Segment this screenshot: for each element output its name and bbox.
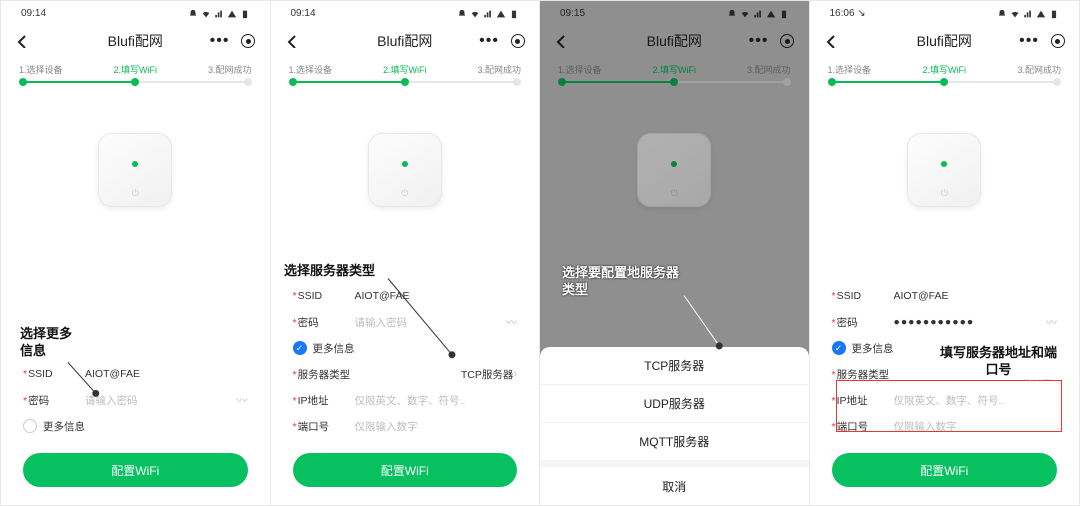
silent-icon <box>457 9 467 19</box>
target-icon[interactable] <box>241 34 255 48</box>
status-bar: 16:06 ↘ <box>810 1 1080 23</box>
battery-icon <box>779 9 789 19</box>
step-1: 1.选择设备 <box>289 63 333 76</box>
step-1: 1.选择设备 <box>828 63 872 76</box>
ssid-row[interactable]: SSIDAIOT@FAE <box>293 283 518 309</box>
cell-icon <box>483 9 493 19</box>
back-icon[interactable] <box>824 34 838 48</box>
annotation: 选择要配置地服务器 类型 <box>560 264 681 299</box>
silent-icon <box>997 9 1007 19</box>
eye-icon[interactable]: 〰 <box>237 392 248 408</box>
annotation: 选择更多 信息 <box>18 325 74 360</box>
device-image <box>98 133 172 207</box>
cell-icon <box>753 9 763 19</box>
more-menu-icon[interactable]: ••• <box>210 33 230 49</box>
port-row[interactable]: 端口号仅限输入数字 <box>832 413 1058 439</box>
stepper: 1.选择设备 2.填写WiFi 3.配网成功 <box>810 59 1080 76</box>
stepper: 1.选择设备 2.填写WiFi 3.配网成功 <box>540 59 809 76</box>
step-3: 3.配网成功 <box>747 63 791 76</box>
eye-icon[interactable]: 〰 <box>506 314 517 330</box>
port-row[interactable]: 端口号仅限输入数字 <box>293 413 518 439</box>
step-1: 1.选择设备 <box>19 63 63 76</box>
stepper: 1.选择设备 2.填写WiFi 3.配网成功 <box>1 59 270 76</box>
more-menu-icon[interactable]: ••• <box>749 33 769 49</box>
device-image <box>637 133 711 207</box>
server-type-sheet: TCP服务器UDP服务器MQTT服务器 取消 <box>540 347 809 505</box>
battery-icon <box>1049 9 1059 19</box>
eye-icon[interactable]: 〰 <box>1046 314 1057 330</box>
target-icon[interactable] <box>511 34 525 48</box>
page-title: Blufi配网 <box>917 31 972 51</box>
step-1: 1.选择设备 <box>558 63 602 76</box>
ip-row[interactable]: IP地址仅限英文、数字、符号.. <box>293 387 518 413</box>
sheet-option-1[interactable]: UDP服务器 <box>540 385 809 423</box>
status-bar: 09:15 <box>540 1 809 23</box>
battery-icon <box>509 9 519 19</box>
sheet-option-0[interactable]: TCP服务器 <box>540 347 809 385</box>
wifi-form: SSIDAIOT@FAE密码请输入密码〰更多信息 <box>1 361 270 439</box>
step-3: 3.配网成功 <box>208 63 252 76</box>
wifi-icon <box>201 9 211 19</box>
password-row[interactable]: 密码请输入密码〰 <box>23 387 248 413</box>
signal-icon <box>496 9 506 19</box>
ssid-row[interactable]: SSIDAIOT@FAE <box>23 361 248 387</box>
page-title: Blufi配网 <box>647 31 702 51</box>
more-menu-icon[interactable]: ••• <box>1019 33 1039 49</box>
device-image <box>368 133 442 207</box>
signal-icon <box>1036 9 1046 19</box>
sheet-cancel[interactable]: 取消 <box>540 467 809 505</box>
more-info-toggle[interactable]: 更多信息 <box>23 413 248 439</box>
more-info-toggle[interactable]: 更多信息 <box>293 335 518 361</box>
stepper: 1.选择设备 2.填写WiFi 3.配网成功 <box>271 59 540 76</box>
annotation: 填写服务器地址和端 口号 <box>938 344 1059 379</box>
silent-icon <box>188 9 198 19</box>
checkbox-icon[interactable] <box>293 341 307 355</box>
wifi-icon <box>470 9 480 19</box>
checkbox-icon[interactable] <box>832 341 846 355</box>
ssid-row[interactable]: SSIDAIOT@FAE <box>832 283 1058 309</box>
clock: 09:14 <box>291 8 316 19</box>
cell-icon <box>214 9 224 19</box>
wifi-icon <box>1010 9 1020 19</box>
annotation: 选择服务器类型 <box>282 262 377 281</box>
silent-icon <box>727 9 737 19</box>
target-icon[interactable] <box>780 34 794 48</box>
back-icon[interactable] <box>15 34 29 48</box>
server-type-row[interactable]: 服务器类型TCP服务器› <box>293 361 518 387</box>
password-row[interactable]: 密码请输入密码〰 <box>293 309 518 335</box>
step-3: 3.配网成功 <box>1017 63 1061 76</box>
signal-icon <box>227 9 237 19</box>
configure-wifi-button[interactable]: 配置WiFi <box>832 453 1058 487</box>
clock: 09:14 <box>21 8 46 19</box>
page-title: Blufi配网 <box>377 31 432 51</box>
password-row[interactable]: 密码●●●●●●●●●●●〰 <box>832 309 1058 335</box>
step-2: 2.填写WiFi <box>653 63 697 76</box>
ip-row[interactable]: IP地址仅限英文、数字、符号.. <box>832 387 1058 413</box>
step-2: 2.填写WiFi <box>383 63 427 76</box>
page-title: Blufi配网 <box>108 31 163 51</box>
target-icon[interactable] <box>1051 34 1065 48</box>
more-menu-icon[interactable]: ••• <box>479 33 499 49</box>
back-icon[interactable] <box>554 34 568 48</box>
battery-icon <box>240 9 250 19</box>
status-bar: 09:14 <box>271 1 540 23</box>
wifi-form: SSIDAIOT@FAE密码请输入密码〰更多信息服务器类型TCP服务器›IP地址… <box>271 283 540 439</box>
device-image <box>907 133 981 207</box>
step-2: 2.填写WiFi <box>923 63 967 76</box>
configure-wifi-button[interactable]: 配置WiFi <box>293 453 518 487</box>
signal-icon <box>766 9 776 19</box>
configure-wifi-button[interactable]: 配置WiFi <box>23 453 248 487</box>
checkbox-icon[interactable] <box>23 419 37 433</box>
sheet-option-2[interactable]: MQTT服务器 <box>540 423 809 461</box>
clock: 16:06 ↘ <box>830 8 866 19</box>
step-2: 2.填写WiFi <box>114 63 158 76</box>
wifi-icon <box>740 9 750 19</box>
status-bar: 09:14 <box>1 1 270 23</box>
step-3: 3.配网成功 <box>477 63 521 76</box>
clock: 09:15 <box>560 8 585 19</box>
back-icon[interactable] <box>285 34 299 48</box>
cell-icon <box>1023 9 1033 19</box>
chevron-right-icon: › <box>513 368 517 380</box>
